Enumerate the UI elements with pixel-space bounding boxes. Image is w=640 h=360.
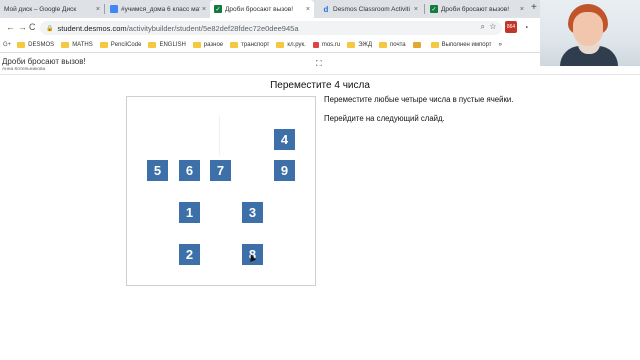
lock-icon: 🔒 [46,25,54,32]
search-icon[interactable]: ⌕ [481,22,485,31]
forward-arrow-icon[interactable]: → [18,22,27,32]
bookmark-folder[interactable]: ENGLISH [148,42,186,48]
fullscreen-icon[interactable]: ⛶ [316,59,322,69]
extension-badge-icon[interactable]: 864 [505,21,517,33]
instruction-text: Переместите любые четыре числа в пустые … [324,95,514,104]
bookmark-label: кл.рук. [287,42,306,48]
mos-ru-icon [312,42,319,48]
desmos-icon: ✓ [430,5,438,13]
bookmark-folder[interactable]: Выполнен импорт [430,42,492,48]
desmos-d-icon: d [323,4,329,14]
star-icon[interactable]: ☆ [489,22,496,31]
new-tab-button[interactable]: + [531,2,537,13]
close-icon[interactable]: × [306,6,310,13]
back-arrow-icon[interactable]: ← [6,22,15,32]
folder-icon [347,42,356,48]
folder-icon [192,42,201,48]
close-icon[interactable]: × [520,6,524,13]
url-path: /activitybuilder/student/5e82def28fdec72… [126,23,299,33]
activity-title: Дроби бросают вызов! [2,57,86,66]
url-text: student.desmos.com/activitybuilder/stude… [57,24,298,33]
apps-icon[interactable]: G+ [3,42,11,48]
bookmark-image[interactable] [412,42,424,48]
activity-author: Анна Котельникова [2,67,46,72]
folder-icon [99,42,108,48]
tab-desmos-active[interactable]: ✓ Дроби бросают вызов! × [210,0,314,18]
number-tile[interactable]: 5 [147,160,168,181]
bookmark-label: транспорт [241,42,270,48]
folder-icon [61,42,70,48]
tab-title: Дроби бросают вызов! [225,5,294,13]
bookmark-label: ENGLISH [159,42,186,48]
presenter-face [573,12,603,46]
bookmark-folder[interactable]: DESMOS [17,42,54,48]
number-tile[interactable]: 3 [242,202,263,223]
close-icon[interactable]: × [414,6,418,13]
folder-icon [379,42,388,48]
bookmark-label: Выполнен импорт [441,42,492,48]
bookmark-label: PencilCode [110,42,142,48]
tab-title: Дроби бросают вызов! [441,5,510,13]
bookmark-label: разное [203,42,224,48]
folder-icon [276,42,285,48]
number-board [126,96,316,286]
folder-icon [148,42,157,48]
close-icon[interactable]: × [202,6,206,13]
bookmark-folder[interactable]: PencilCode [99,42,142,48]
desmos-icon: ✓ [214,5,222,13]
tab-separator [104,4,105,14]
docs-icon [110,5,118,13]
tab-desmos-2[interactable]: ✓ Дроби бросают вызов! × [426,0,528,18]
bookmark-folder[interactable]: почта [379,42,406,48]
header-divider [0,74,640,75]
image-icon [412,42,421,48]
url-host: student.desmos.com [57,23,127,33]
number-tile[interactable]: 4 [274,129,295,150]
address-bar[interactable]: 🔒 student.desmos.com/activitybuilder/stu… [40,21,502,35]
bookmark-label: ЭЖД [358,42,373,48]
tab-title: #учимся_дома 6 класс мат [121,5,200,13]
bookmarks-bar: G+ DESMOS MATHS PencilCode ENGLISH разно… [0,38,540,53]
bookmark-label: MATHS [72,42,93,48]
folder-icon [430,42,439,48]
bookmark-folder[interactable]: ЭЖД [347,42,372,48]
tab-homework-doc[interactable]: #учимся_дома 6 класс мат × [106,0,210,18]
empty-cell-guide [219,115,220,155]
number-tile[interactable]: 2 [179,244,200,265]
number-tile[interactable]: 9 [274,160,295,181]
bookmark-folder[interactable]: кл.рук. [276,42,306,48]
tab-title: Мой диск – Google Диск [4,5,77,13]
instructions-panel: Переместите любые четыре числа в пустые … [324,95,544,133]
slide-heading: Переместите 4 числа [270,80,370,91]
tab-google-drive[interactable]: Мой диск – Google Диск × [0,0,104,18]
extension-icon[interactable]: ◔ [520,21,532,33]
bookmark-label: DESMOS [28,42,55,48]
bookmarks-more-icon[interactable]: » [499,42,502,48]
folder-icon [230,42,239,48]
tab-desmos-classroom[interactable]: d Desmos Classroom Activiti × [318,0,422,18]
omnibox-actions: ⌕ ☆ [481,22,496,32]
browser-toolbar: ← → C 🔒 student.desmos.com/activitybuild… [0,18,540,38]
bookmark-folder[interactable]: транспорт [230,42,269,48]
close-icon[interactable]: × [96,6,100,13]
reload-icon[interactable]: C [29,22,36,32]
instruction-text: Перейдите на следующий слайд. [324,114,445,123]
tab-separator [424,4,425,14]
bookmark-folder[interactable]: разное [192,42,224,48]
bookmark-folder[interactable]: MATHS [61,42,93,48]
number-tile[interactable]: 1 [179,202,200,223]
bookmark-label: mos.ru [321,42,341,48]
tab-title: Desmos Classroom Activiti [333,5,410,13]
folder-icon [17,42,26,48]
number-tile[interactable]: 7 [210,160,231,181]
bookmark-label: почта [390,42,406,48]
activity-header: Дроби бросают вызов! Анна Котельникова ⛶ [0,57,640,75]
bookmark-link[interactable]: mos.ru [312,42,341,48]
tab-strip: Мой диск – Google Диск × #учимся_дома 6 … [0,0,540,18]
number-tile[interactable]: 6 [179,160,200,181]
